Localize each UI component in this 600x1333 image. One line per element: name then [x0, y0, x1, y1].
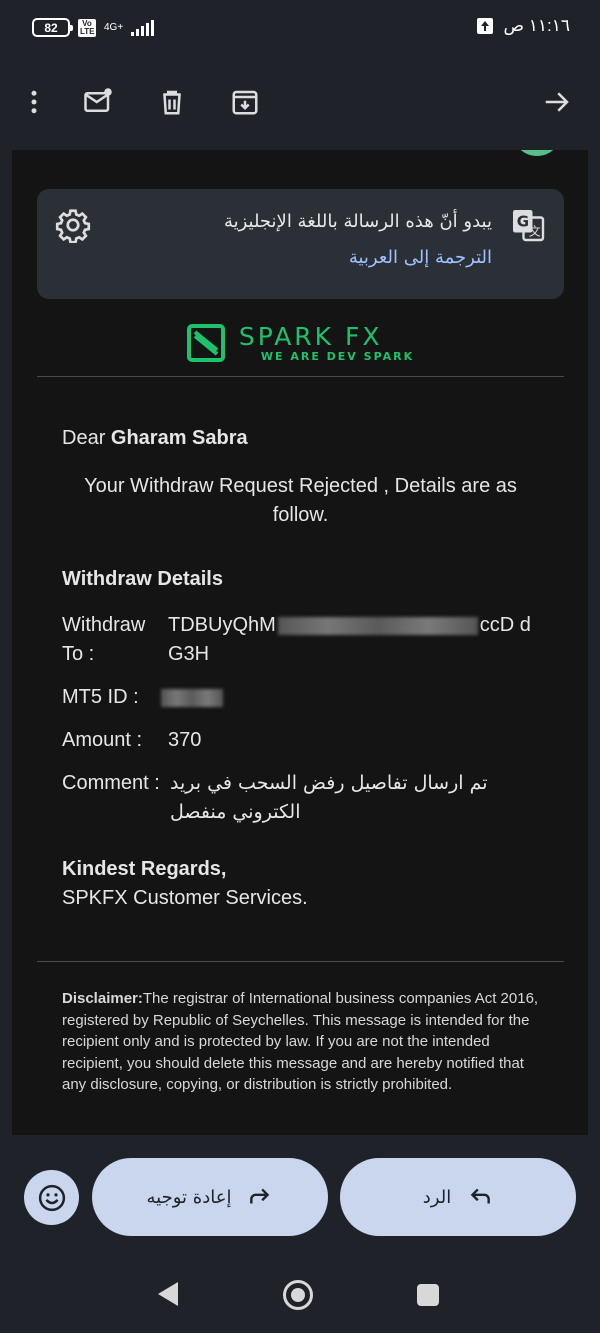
divider [37, 376, 564, 377]
mark-unread-button[interactable] [76, 80, 120, 124]
smiley-icon [38, 1184, 65, 1211]
withdraw-to-row: Withdraw To : TDBUyQhM ccD dG3H [62, 611, 539, 669]
upload-icon [477, 18, 494, 34]
status-left: 82 Vo LTE 4G+ [32, 18, 155, 37]
battery-level: 82 [44, 20, 58, 35]
greeting: Dear Gharam Sabra [62, 427, 539, 450]
email-view[interactable]: يبدو أنّ هذه الرسالة باللغة الإنجليزية ا… [12, 150, 588, 1135]
translate-link[interactable]: الترجمة إلى العربية [349, 247, 492, 268]
comment-label: Comment : [62, 772, 160, 794]
gear-icon[interactable] [55, 207, 91, 243]
status-bar: 82 Vo LTE 4G+ ١١:١٦ ص [0, 0, 600, 60]
translate-message: يبدو أنّ هذه الرسالة باللغة الإنجليزية [223, 211, 492, 232]
network-type: 4G+ [104, 21, 124, 33]
logo-wordmark: SPARK FX [238, 321, 383, 351]
mt5-value [159, 683, 539, 712]
reply-icon [470, 1188, 491, 1204]
delete-button[interactable] [150, 80, 194, 124]
mark-unread-icon [84, 88, 112, 112]
archive-icon [232, 90, 258, 115]
signature: SPKFX Customer Services. [62, 887, 308, 909]
forward-label: إعادة توجيه [146, 1186, 232, 1208]
sparkfx-logo: SPARK FX WE ARE DEV SPARK [37, 310, 564, 376]
archive-button[interactable] [223, 80, 267, 124]
disclaimer: Disclaimer:The registrar of Internationa… [37, 962, 564, 1096]
recipient-name: Gharam Sabra [110, 427, 248, 449]
battery-icon: 82 [32, 18, 73, 37]
amount-value: 370 [168, 729, 202, 751]
reply-label: الرد [422, 1186, 452, 1208]
withdraw-to-value: TDBUyQhM ccD dG3H [168, 611, 539, 669]
svg-text:G: G [517, 213, 529, 231]
mt5-row: MT5 ID : [62, 683, 539, 712]
sign-off: Kindest Regards, SPKFX Customer Services… [62, 855, 539, 913]
email-toolbar [0, 60, 600, 148]
withdraw-to-label: Withdraw To : [62, 614, 146, 665]
sparkfx-logo-icon [186, 324, 225, 362]
greeting-prefix: Dear [62, 427, 111, 449]
clock: ١١:١٦ ص [503, 16, 570, 35]
delete-icon [163, 90, 181, 115]
translate-icon: G 文 [513, 210, 545, 242]
svg-text:文: 文 [529, 224, 541, 239]
reply-actions: إعادة توجيه الرد [0, 1158, 600, 1238]
comment-value: تم ارسال تفاصيل رفض السحب في بريد الكترو… [170, 772, 488, 823]
mt5-label: MT5 ID : [62, 686, 139, 708]
emoji-reaction-button[interactable] [24, 1170, 79, 1225]
email-content: SPARK FX WE ARE DEV SPARK Dear Gharam Sa… [37, 310, 564, 1096]
redacted-block [160, 688, 223, 707]
signal-icon [131, 19, 155, 36]
amount-label: Amount : [62, 729, 143, 751]
redacted-block [277, 616, 478, 635]
forward-icon [250, 1188, 270, 1204]
recents-nav-icon[interactable] [417, 1284, 439, 1306]
translate-banner: يبدو أنّ هذه الرسالة باللغة الإنجليزية ا… [37, 189, 564, 299]
status-right: ١١:١٦ ص [477, 16, 570, 36]
forward-arrow-icon [545, 92, 569, 112]
system-nav-bar [0, 1260, 600, 1333]
volte-badge: Vo LTE [78, 18, 96, 37]
intro-text: Your Withdraw Request Rejected , Details… [84, 475, 517, 526]
forward-arrow-button[interactable] [535, 80, 579, 124]
section-title: Withdraw Details [62, 568, 223, 590]
amount-row: Amount : 370 [62, 726, 539, 755]
regards-text: Kindest Regards, [62, 858, 227, 880]
home-nav-icon[interactable] [283, 1280, 313, 1310]
more-options-button[interactable] [12, 80, 56, 124]
back-nav-icon[interactable] [158, 1282, 178, 1306]
wallet-address-start: TDBUyQhM [168, 614, 276, 636]
avatar [512, 150, 562, 156]
disclaimer-label: Disclaimer: [62, 990, 143, 1007]
reply-button[interactable]: الرد [340, 1158, 576, 1236]
forward-button[interactable]: إعادة توجيه [92, 1158, 328, 1236]
logo-tagline: WE ARE DEV SPARK [260, 349, 415, 363]
comment-row: Comment : تم ارسال تفاصيل رفض السحب في ب… [62, 769, 539, 827]
more-vert-icon [31, 90, 37, 114]
